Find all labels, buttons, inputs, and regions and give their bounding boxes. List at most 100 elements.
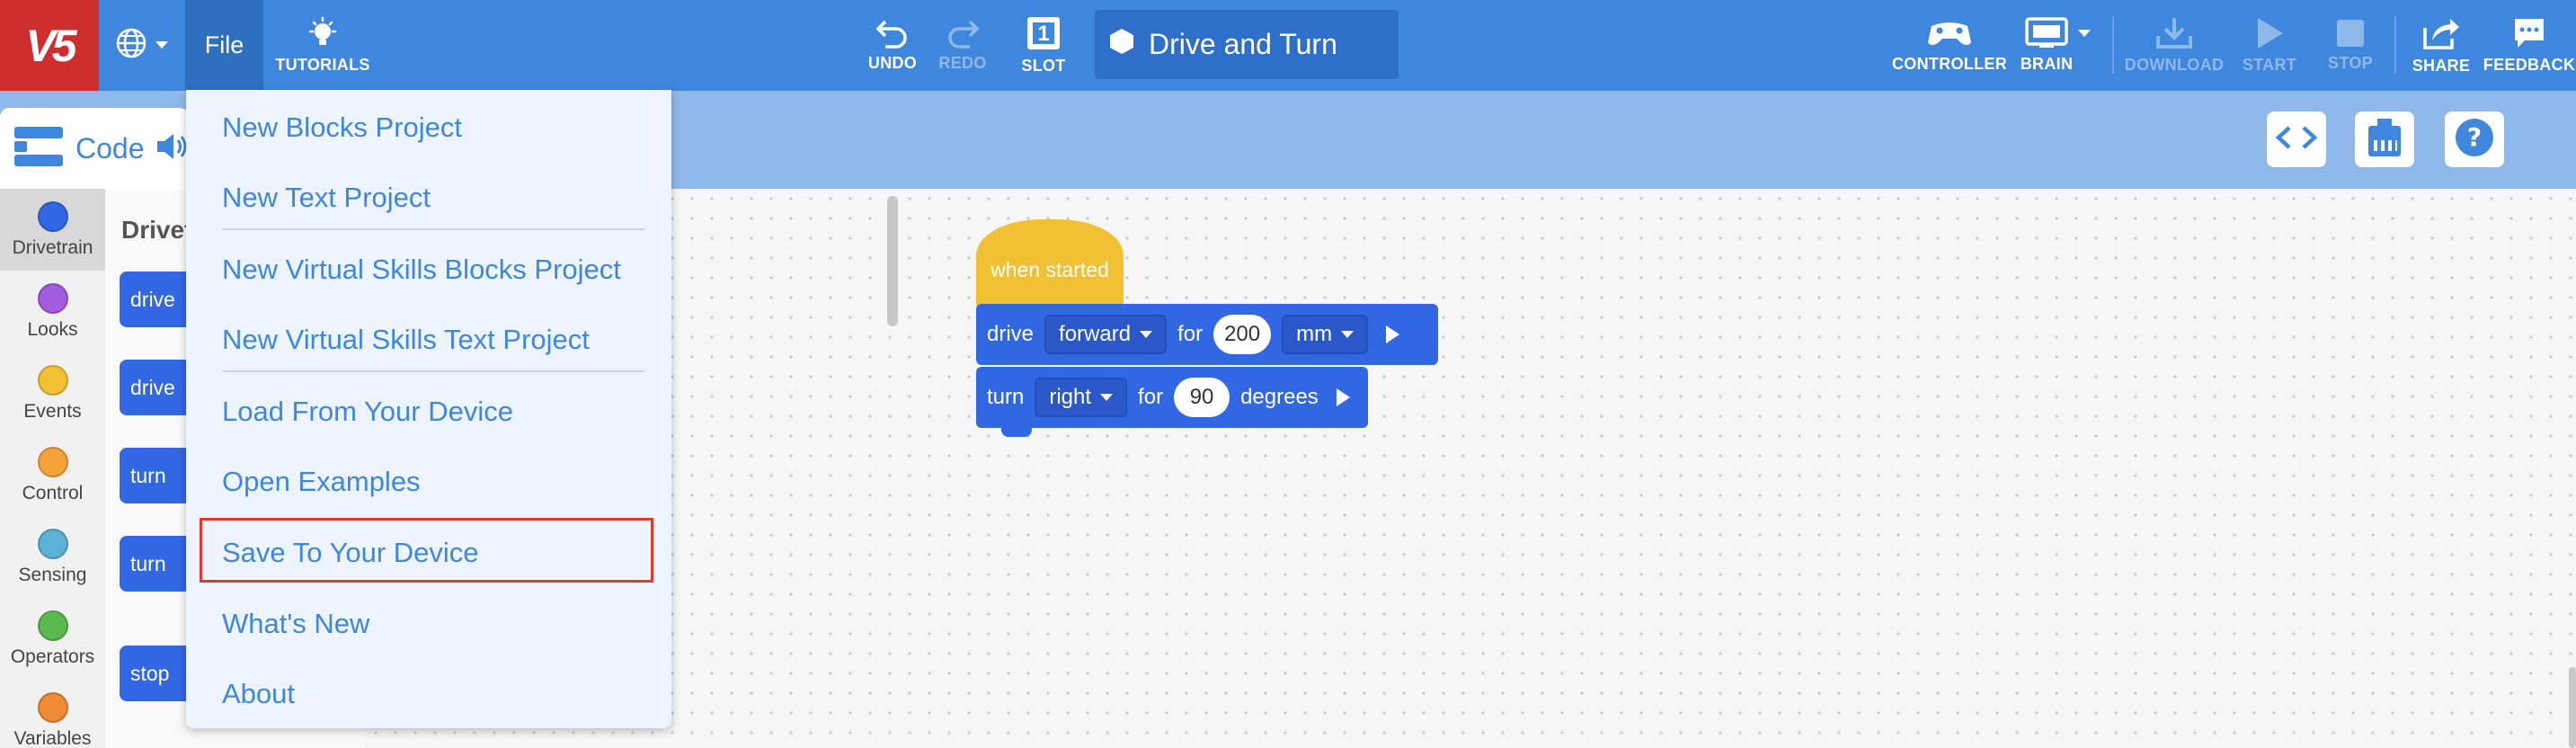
slot-button[interactable]: 1 SLOT: [1012, 0, 1075, 91]
category-events[interactable]: Events: [0, 352, 105, 434]
run-block-icon[interactable]: [1386, 325, 1400, 343]
unit-dropdown[interactable]: mm: [1282, 315, 1369, 354]
project-name: Drive and Turn: [1149, 28, 1337, 60]
menu-item-new-virtual-skills-blocks-project[interactable]: New Virtual Skills Blocks Project: [222, 254, 621, 286]
category-drivetrain[interactable]: Drivetrain: [0, 189, 105, 271]
category-label: Variables: [13, 727, 92, 748]
svg-text:?: ?: [2467, 122, 2482, 152]
menu-divider: [222, 370, 644, 372]
help-button[interactable]: ?: [2445, 111, 2504, 167]
device-icon: [2365, 117, 2404, 163]
direction-dropdown[interactable]: forward: [1044, 315, 1168, 354]
share-button[interactable]: SHARE: [2409, 0, 2474, 91]
sensing-color-dot: [37, 528, 68, 559]
code-workspace[interactable]: [366, 189, 2576, 748]
when-started-block[interactable]: when started: [976, 219, 1124, 309]
category-label: Operators: [10, 646, 95, 667]
direction-dropdown[interactable]: right: [1035, 378, 1128, 417]
file-menu-dropdown: New Blocks Project New Text Project New …: [186, 90, 671, 728]
category-variables[interactable]: Variables: [0, 680, 105, 748]
top-toolbar: V5 File TUTORIALS UNDO REDO 1 SLOT Drive…: [0, 0, 2576, 91]
feedback-label: FEEDBACK: [2483, 56, 2576, 74]
project-name-field[interactable]: Drive and Turn: [1095, 10, 1399, 79]
menu-item-new-text-project[interactable]: New Text Project: [222, 182, 431, 214]
block-verb: turn: [987, 385, 1025, 409]
toolbar-divider: [2394, 16, 2396, 74]
toolbar-divider: [2112, 16, 2114, 74]
menu-item-new-blocks-project[interactable]: New Blocks Project: [222, 111, 462, 144]
block-label: drive: [130, 375, 175, 399]
undo-button[interactable]: UNDO: [861, 0, 924, 91]
redo-button[interactable]: REDO: [931, 0, 994, 91]
menu-item-open-examples[interactable]: Open Examples: [222, 466, 421, 498]
code-tab-label: Code: [76, 131, 145, 165]
slot-label: SLOT: [1021, 57, 1066, 75]
share-icon: [2421, 15, 2461, 51]
language-button[interactable]: [99, 0, 185, 91]
stop-button[interactable]: STOP: [2319, 0, 2382, 91]
distance-input[interactable]: 200: [1213, 315, 1272, 354]
category-looks[interactable]: Looks: [0, 271, 105, 352]
workspace-vertical-scrollbar[interactable]: [2569, 667, 2576, 748]
file-menu-button[interactable]: File: [185, 0, 263, 91]
highlight-box: [200, 518, 653, 583]
feedback-icon: [2512, 16, 2546, 50]
controller-button[interactable]: CONTROLLER: [1892, 0, 2007, 91]
caret-down-icon: [1140, 331, 1153, 338]
menu-item-whats-new[interactable]: What's New: [222, 608, 369, 640]
workspace-scrollbar[interactable]: [887, 196, 898, 326]
vex-v5-logo[interactable]: V5: [0, 0, 99, 91]
category-operators[interactable]: Operators: [0, 598, 105, 680]
menu-item-about[interactable]: About: [222, 678, 295, 710]
dropdown-value: forward: [1059, 322, 1132, 346]
play-icon: [2254, 16, 2285, 50]
run-block-icon[interactable]: [1336, 388, 1350, 406]
tutorials-button[interactable]: TUTORIALS: [270, 0, 376, 91]
code-view-button[interactable]: [2267, 111, 2326, 167]
stop-icon: [2335, 18, 2366, 49]
download-icon: [2154, 16, 2194, 50]
brain-button[interactable]: BRAIN: [2017, 0, 2100, 91]
category-label: Looks: [27, 318, 78, 340]
category-sensing[interactable]: Sensing: [0, 516, 105, 598]
drive-for-block[interactable]: drive forward for 200 mm: [976, 304, 1438, 365]
chevron-down-icon: [2078, 30, 2091, 37]
brain-label: BRAIN: [2020, 55, 2074, 73]
angle-input[interactable]: 90: [1174, 378, 1230, 417]
undo-icon: [875, 18, 910, 49]
download-button[interactable]: DOWNLOAD: [2121, 0, 2227, 91]
drivetrain-color-dot: [37, 200, 68, 232]
undo-label: UNDO: [867, 54, 918, 72]
block-label: when started: [990, 258, 1109, 281]
block-label: stop: [130, 661, 170, 685]
category-label: Sensing: [18, 564, 87, 585]
dropdown-value: mm: [1296, 322, 1333, 346]
block-label: turn: [130, 463, 166, 487]
controller-label: CONTROLLER: [1892, 55, 2007, 73]
turn-for-block[interactable]: turn right for 90 degrees: [976, 367, 1368, 437]
controller-icon: [1926, 17, 1973, 49]
operators-color-dot: [37, 610, 68, 641]
globe-icon: [115, 27, 147, 64]
speaker-icon[interactable]: [155, 131, 190, 166]
start-button[interactable]: START: [2238, 0, 2301, 91]
menu-item-load-from-device[interactable]: Load From Your Device: [222, 396, 513, 428]
category-label: Events: [23, 400, 82, 422]
help-icon: ?: [2454, 117, 2495, 163]
feedback-button[interactable]: FEEDBACK: [2483, 0, 2576, 91]
block-label: turn: [130, 551, 166, 575]
code-tab[interactable]: Code: [0, 108, 189, 189]
share-label: SHARE: [2412, 57, 2471, 75]
category-control[interactable]: Control: [0, 434, 105, 516]
caret-down-icon: [1100, 394, 1114, 401]
hexagon-icon: [1109, 28, 1134, 62]
device-button[interactable]: [2355, 111, 2414, 167]
menu-item-new-virtual-skills-text-project[interactable]: New Virtual Skills Text Project: [222, 324, 590, 356]
events-color-dot: [37, 364, 68, 396]
unit-label: degrees: [1240, 385, 1319, 409]
palette-title: Drivet: [121, 216, 193, 244]
blocks-icon: [13, 125, 65, 173]
stop-label: STOP: [2328, 54, 2373, 72]
variables-color-dot: [37, 691, 68, 723]
tutorials-label: TUTORIALS: [275, 56, 370, 74]
